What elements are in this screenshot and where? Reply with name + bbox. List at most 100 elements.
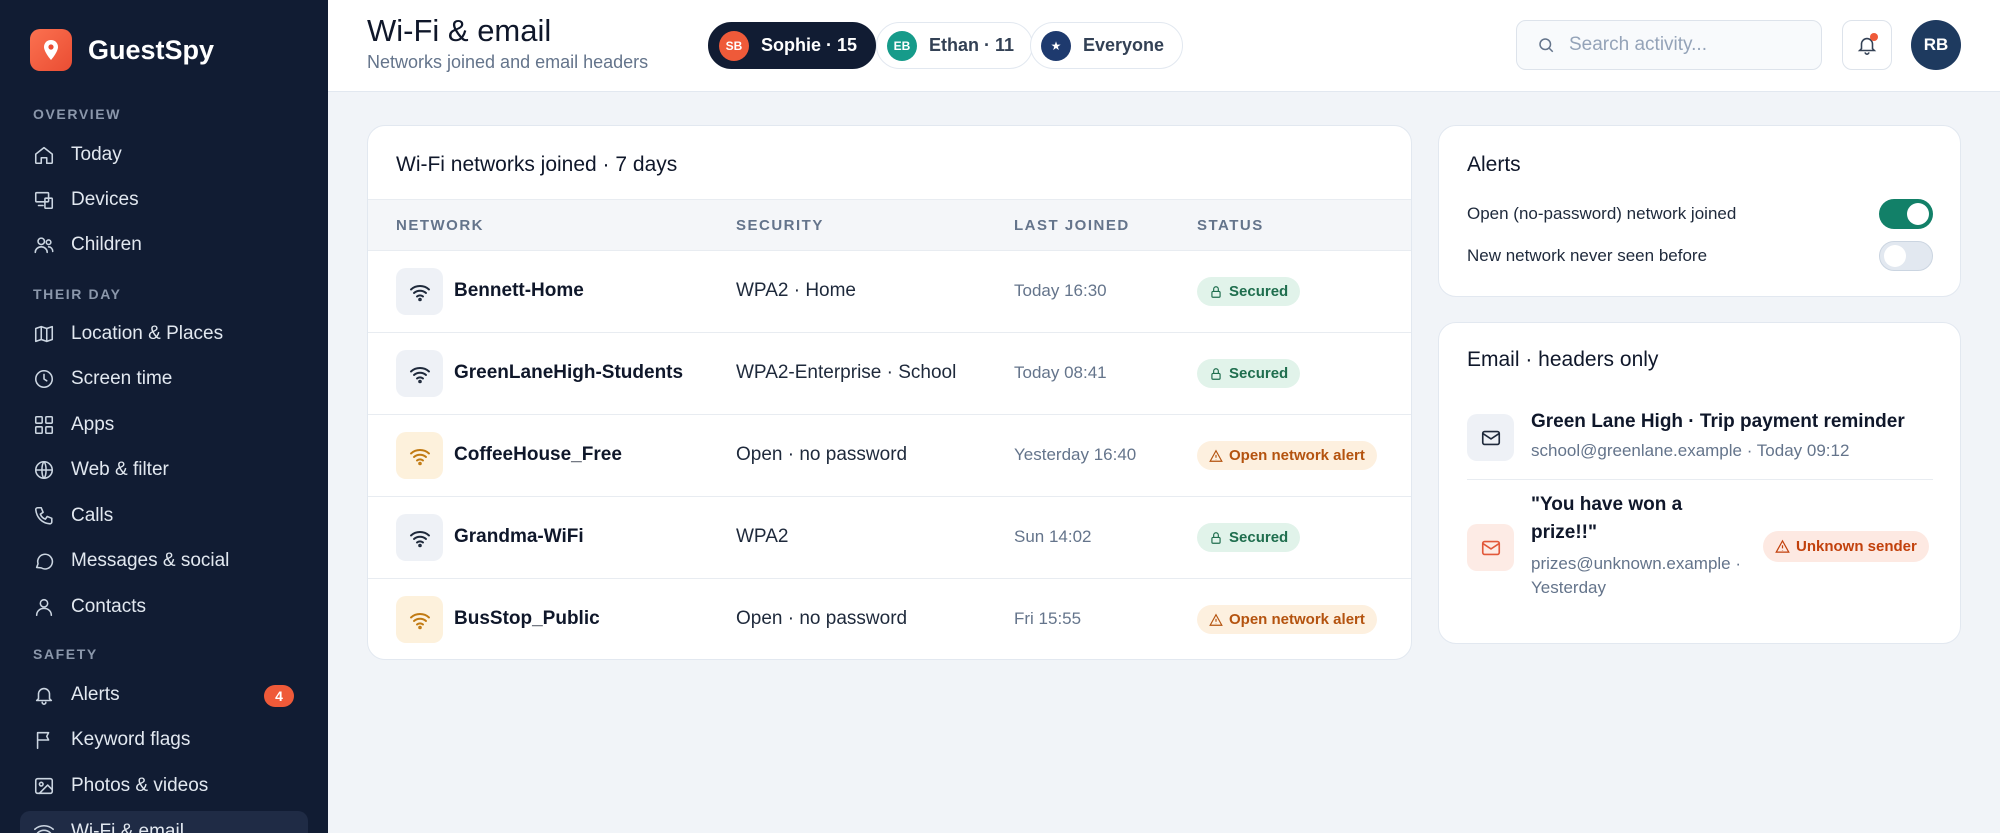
phone-icon: [33, 505, 55, 527]
wifi-icon: [396, 268, 443, 315]
sidebar-item-contacts[interactable]: Contacts: [20, 586, 308, 628]
sidebar-item-label: Calls: [71, 505, 114, 526]
sidebar-item-location[interactable]: Location & Places: [20, 313, 308, 355]
nav-section-their-day: THEIR DAY: [33, 286, 122, 302]
sidebar-item-web-filter[interactable]: Web & filter: [20, 449, 308, 491]
nav-section-overview: OVERVIEW: [33, 106, 122, 122]
page-title: Wi-Fi & email: [367, 13, 552, 48]
table-header: NETWORK SECURITY LAST JOINED STATUS: [368, 199, 1411, 251]
sidebar-item-apps[interactable]: Apps: [20, 404, 308, 446]
status-label: Open network alert: [1229, 611, 1365, 628]
sidebar-item-label: Apps: [71, 414, 115, 435]
profile-label: Everyone: [1083, 35, 1165, 55]
sidebar-item-today[interactable]: Today: [20, 134, 308, 176]
network-last-joined: Fri 15:55: [1014, 609, 1082, 628]
sidebar-item-label: Contacts: [71, 596, 146, 617]
email-subject: "You have won a prize!!": [1531, 494, 1683, 543]
profile-pill-ethan[interactable]: EB Ethan · 11: [876, 22, 1034, 69]
sidebar-item-messages[interactable]: Messages & social: [20, 540, 308, 582]
brand[interactable]: GuestSpy: [30, 29, 214, 71]
location-pin-logo-icon: [30, 29, 72, 71]
sidebar-item-label: Devices: [71, 189, 139, 210]
sidebar-item-photos[interactable]: Photos & videos: [20, 765, 308, 807]
network-name: CoffeeHouse_Free: [454, 444, 622, 465]
wifi-icon: [396, 596, 443, 643]
table-row[interactable]: GreenLaneHigh-Students WPA2-Enterprise ·…: [368, 333, 1411, 415]
sidebar-item-label: Messages & social: [71, 550, 230, 571]
network-name: Grandma-WiFi: [454, 526, 584, 547]
sidebar-item-wifi-email[interactable]: Wi-Fi & email: [20, 811, 308, 833]
avatar: EB: [887, 30, 917, 61]
status-badge: Secured: [1197, 277, 1301, 306]
status-label: Secured: [1229, 529, 1289, 546]
home-icon: [33, 144, 55, 166]
top-header: Wi-Fi & email Networks joined and email …: [328, 0, 2000, 92]
table-row[interactable]: BusStop_Public Open · no password Fri 15…: [368, 579, 1411, 659]
status-label: Secured: [1229, 283, 1289, 300]
notification-dot: [1870, 33, 1878, 41]
alerts-count-badge: 4: [264, 685, 294, 707]
profile-pill-everyone[interactable]: ★ Everyone: [1030, 22, 1184, 69]
sidebar-item-screen-time[interactable]: Screen time: [20, 358, 308, 400]
network-name: BusStop_Public: [454, 608, 600, 629]
mail-icon: [1467, 414, 1514, 461]
flag-icon: [33, 729, 55, 751]
network-last-joined: Yesterday 16:40: [1014, 445, 1137, 464]
wifi-icon: [396, 432, 443, 479]
sidebar-item-label: Children: [71, 234, 142, 255]
avatar: SB: [719, 30, 749, 61]
search-input[interactable]: [1569, 34, 1809, 56]
devices-icon: [33, 189, 55, 211]
new-network-toggle[interactable]: [1879, 241, 1933, 271]
sidebar-item-label: Location & Places: [71, 323, 224, 344]
page-subtitle: Networks joined and email headers: [367, 52, 649, 72]
nav-section-safety: SAFETY: [33, 646, 98, 662]
alert-setting-label: New network never seen before: [1467, 246, 1708, 265]
warning-icon: [1209, 449, 1223, 462]
alert-setting-new-network: New network never seen before: [1467, 239, 1933, 273]
network-security: WPA2 · Home: [736, 280, 857, 301]
sidebar-item-label: Alerts: [71, 684, 120, 705]
profile-label: Ethan · 11: [929, 35, 1015, 55]
profile-pill-sophie[interactable]: SB Sophie · 15: [708, 22, 877, 69]
sidebar-item-devices[interactable]: Devices: [20, 179, 308, 221]
table-row[interactable]: Grandma-WiFi WPA2 Sun 14:02 Secured: [368, 497, 1411, 579]
lock-icon: [1211, 285, 1221, 298]
card-title: Alerts: [1467, 153, 1521, 176]
users-icon: [33, 234, 55, 256]
wifi-icon: [396, 514, 443, 561]
email-meta: prizes@unknown.example · Yesterday: [1531, 554, 1742, 597]
status-badge: Secured: [1197, 359, 1301, 388]
notifications-button[interactable]: [1842, 20, 1892, 70]
email-meta: school@greenlane.example · Today 09:12: [1531, 441, 1850, 460]
status-label: Secured: [1229, 365, 1289, 382]
sidebar-item-label: Web & filter: [71, 459, 169, 480]
email-subject: Green Lane High · Trip payment reminder: [1531, 411, 1905, 432]
table-row[interactable]: CoffeeHouse_Free Open · no password Yest…: [368, 415, 1411, 497]
status-badge: Open network alert: [1197, 605, 1377, 634]
network-name: Bennett-Home: [454, 280, 584, 301]
network-last-joined: Sun 14:02: [1014, 527, 1092, 546]
warning-icon: [1209, 613, 1223, 626]
sidebar-item-keyword-flags[interactable]: Keyword flags: [20, 719, 308, 761]
column-header-status: STATUS: [1197, 217, 1264, 234]
clock-icon: [33, 368, 55, 390]
sidebar-item-label: Photos & videos: [71, 775, 209, 796]
alert-setting-label: Open (no-password) network joined: [1467, 204, 1737, 223]
table-row[interactable]: Bennett-Home WPA2 · Home Today 16:30 Sec…: [368, 251, 1411, 333]
profile-label: Sophie · 15: [761, 35, 858, 55]
search-box[interactable]: [1516, 20, 1822, 70]
app-name: GuestSpy: [88, 34, 215, 65]
search-icon: [1539, 38, 1554, 53]
open-network-toggle[interactable]: [1879, 199, 1933, 229]
toggle-knob: [1884, 245, 1906, 267]
network-security: Open · no password: [736, 608, 908, 629]
sidebar-item-alerts[interactable]: Alerts 4: [20, 674, 308, 716]
sidebar-item-calls[interactable]: Calls: [20, 495, 308, 537]
user-avatar[interactable]: RB: [1911, 20, 1961, 70]
lock-icon: [1211, 367, 1221, 380]
sidebar-item-children[interactable]: Children: [20, 224, 308, 266]
image-icon: [33, 775, 55, 797]
bell-icon: [33, 684, 55, 706]
wifi-networks-card: Wi-Fi networks joined · 7 days NETWORK S…: [367, 125, 1412, 660]
